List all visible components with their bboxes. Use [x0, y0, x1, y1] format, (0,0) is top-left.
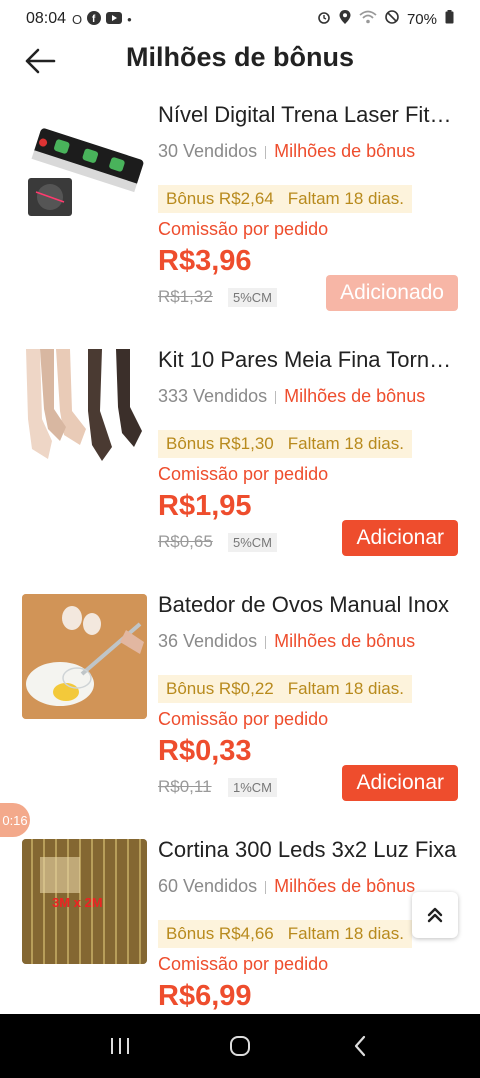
sold-count: 30 Vendidos: [158, 141, 258, 161]
product-image[interactable]: [22, 104, 147, 229]
system-nav-bar: [0, 1014, 480, 1078]
scroll-top-button[interactable]: [412, 892, 458, 938]
system-back-button[interactable]: [340, 1026, 380, 1066]
campaign-label: Milhões de bônus: [274, 141, 416, 161]
commission-label: Comissão por pedido: [158, 709, 329, 729]
wifi-icon: [359, 10, 377, 28]
dot-icon: •: [127, 11, 132, 27]
location-icon: [339, 10, 351, 28]
battery-icon: [445, 10, 454, 28]
commission-price: R$0,33: [158, 735, 252, 767]
old-price: R$1,32: [158, 287, 213, 306]
old-price: R$0,11: [158, 777, 212, 796]
commission-price: R$6,99: [158, 980, 252, 1012]
opera-icon: O: [72, 11, 83, 27]
product-item[interactable]: Batedor de Ovos Manual Inox 36 Vendidos M…: [0, 582, 480, 827]
image-label: 3M x 2M: [52, 895, 103, 910]
bonus-badge: Bônus R$1,30 Faltam 18 dias.: [158, 430, 412, 458]
commission-rate-badge: 1%CM: [228, 778, 278, 797]
commission-rate-badge: 5%CM: [228, 533, 278, 552]
bonus-badge: Bônus R$2,64 Faltam 18 dias.: [158, 185, 412, 213]
bonus-amount: Bônus R$4,66: [166, 924, 274, 943]
divider: [265, 145, 267, 159]
recent-apps-button[interactable]: [100, 1026, 140, 1066]
status-right: 70%: [317, 10, 454, 28]
battery-level: 70%: [406, 10, 437, 28]
product-name[interactable]: Kit 10 Pares Meia Fina Tornozeleira: [158, 347, 458, 373]
product-name[interactable]: Cortina 300 Leds 3x2 Luz Fixa: [158, 837, 458, 863]
commission-price: R$1,95: [158, 490, 252, 522]
old-price: R$0,65: [158, 532, 213, 551]
product-name[interactable]: Nível Digital Trena Laser Fita Métrica: [158, 102, 458, 128]
divider: [265, 880, 267, 894]
sold-count: 36 Vendidos: [158, 631, 258, 651]
bonus-amount: Bônus R$1,30: [166, 434, 274, 453]
youtube-icon: [106, 11, 123, 27]
chevron-left-icon: [354, 1035, 366, 1057]
campaign-label: Milhões de bônus: [284, 386, 426, 406]
alarm-icon: [317, 10, 331, 28]
product-name[interactable]: Batedor de Ovos Manual Inox: [158, 592, 458, 618]
sold-count: 333 Vendidos: [158, 386, 268, 406]
home-icon: [230, 1036, 250, 1056]
bonus-days: Faltam 18 dias.: [287, 924, 404, 943]
commission-label: Comissão por pedido: [158, 954, 329, 974]
recent-apps-icon: [111, 1038, 129, 1054]
status-app-icons: O f •: [72, 10, 132, 28]
product-list[interactable]: Nível Digital Trena Laser Fita Métrica 3…: [0, 92, 480, 1014]
divider: [275, 390, 277, 404]
product-image[interactable]: [22, 349, 147, 474]
app-header: Milhões de bônus: [0, 38, 480, 84]
add-button[interactable]: Adicionar: [342, 765, 458, 801]
product-item[interactable]: Kit 10 Pares Meia Fina Tornozeleira 333 …: [0, 337, 480, 582]
status-time: 08:04: [26, 10, 67, 27]
page-title: Milhões de bônus: [125, 42, 354, 72]
bonus-amount: Bônus R$2,64: [166, 189, 274, 208]
added-button[interactable]: Adicionado: [326, 275, 458, 311]
bonus-badge: Bônus R$4,66 Faltam 18 dias.: [158, 920, 412, 948]
divider: [265, 635, 267, 649]
status-bar: 08:04 O f • 70%: [0, 0, 480, 38]
product-item[interactable]: 3M x 2M Cortina 300 Leds 3x2 Luz Fixa 60…: [0, 827, 480, 1014]
home-button[interactable]: [220, 1026, 260, 1066]
add-button[interactable]: Adicionar: [342, 520, 458, 556]
dnd-icon: [385, 10, 399, 28]
product-meta: 36 Vendidos Milhões de bônus: [158, 631, 458, 652]
bonus-days: Faltam 18 dias.: [287, 679, 404, 698]
campaign-label: Milhões de bônus: [274, 876, 416, 896]
double-chevron-up-icon: [427, 907, 443, 923]
product-image[interactable]: 3M x 2M: [22, 839, 147, 964]
sold-count: 60 Vendidos: [158, 876, 258, 896]
bonus-days: Faltam 18 dias.: [287, 189, 404, 208]
product-meta: 333 Vendidos Milhões de bônus: [158, 386, 458, 407]
bonus-days: Faltam 18 dias.: [287, 434, 404, 453]
facebook-icon: f: [87, 10, 102, 28]
commission-price: R$3,96: [158, 245, 252, 277]
campaign-label: Milhões de bônus: [274, 631, 416, 651]
bonus-amount: Bônus R$0,22: [166, 679, 274, 698]
commission-rate-badge: 5%CM: [228, 288, 278, 307]
bonus-badge: Bônus R$0,22 Faltam 18 dias.: [158, 675, 412, 703]
commission-label: Comissão por pedido: [158, 464, 329, 484]
product-image[interactable]: [22, 594, 147, 719]
product-meta: 30 Vendidos Milhões de bônus: [158, 141, 458, 162]
commission-label: Comissão por pedido: [158, 219, 329, 239]
product-item[interactable]: Nível Digital Trena Laser Fita Métrica 3…: [0, 92, 480, 337]
